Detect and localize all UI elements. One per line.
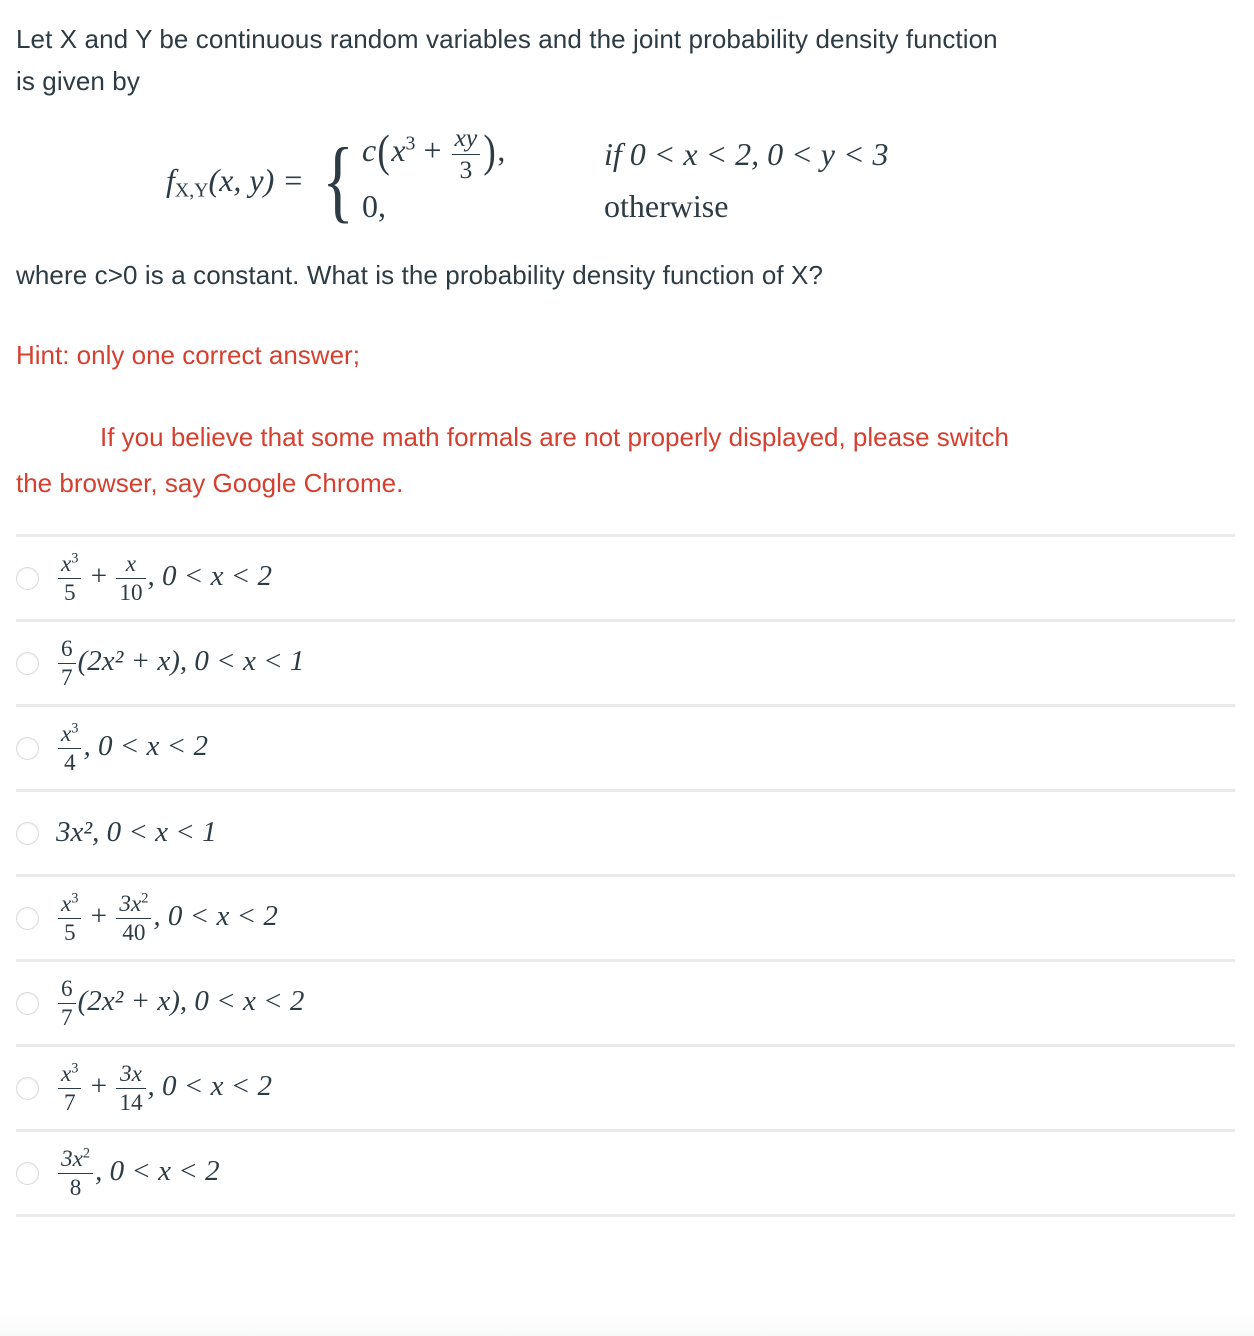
- quiz-question-page: Let X and Y be continuous random variabl…: [0, 0, 1254, 1336]
- fraction: x 10: [116, 551, 146, 605]
- answer-option-8[interactable]: 3x2 8, 0 < x < 2: [0, 1132, 1254, 1214]
- radio-button-icon[interactable]: [16, 736, 39, 760]
- equation-function-name: f: [166, 161, 175, 198]
- fraction: 67: [58, 636, 76, 690]
- fraction: x3 5: [58, 551, 82, 605]
- equation-function-args: (x, y) =: [208, 161, 304, 198]
- fraction-numerator: xy: [451, 123, 481, 155]
- equation-case-1-condition: if 0 < x < 2, 0 < y < 3: [603, 135, 889, 172]
- fraction: x3 4: [58, 721, 82, 775]
- fraction: 3x2 8: [58, 1146, 94, 1200]
- equation-cases: c(x3 + xy 3), if 0 < x < 2, 0 < y < 3 0, …: [362, 123, 889, 232]
- hint-inner-spacer: [16, 378, 1214, 414]
- equation-case-1-exponent: 3: [405, 132, 416, 155]
- radio-button-icon[interactable]: [16, 566, 39, 590]
- hint-line-1: Hint: only one correct answer;: [16, 340, 360, 370]
- equation-case-1-plus: +: [423, 131, 442, 168]
- hint-line-2-wrapper: If you believe that some math formals ar…: [16, 414, 1214, 460]
- equation-case-row-1: c(x3 + xy 3), if 0 < x < 2, 0 < y < 3: [362, 123, 889, 183]
- joint-pdf-equation: fX,Y(x, y) = { c(x3 + xy 3), if 0 < x < 2…: [16, 123, 1214, 232]
- question-stem-line-2: is given by: [16, 66, 140, 96]
- equation-left-hand-side: fX,Y(x, y) =: [166, 161, 312, 202]
- equation-function-subscript: X,Y: [174, 179, 209, 202]
- radio-button-icon[interactable]: [16, 906, 39, 930]
- page-bottom-fade: [0, 1314, 1254, 1336]
- answer-option-6[interactable]: 6 7 (2x² + x), 0 < x < 2: [0, 962, 1254, 1044]
- equation-case-row-2: 0, otherwise: [362, 180, 889, 232]
- radio-button-icon[interactable]: [16, 1076, 39, 1100]
- radio-button-icon[interactable]: [16, 991, 39, 1015]
- radio-button-icon[interactable]: [16, 821, 39, 845]
- answer-option-4-label: 3x², 0 < x < 1: [56, 816, 217, 849]
- answer-option-5[interactable]: x3 5 + 3x2 40, 0 < x < 2: [0, 877, 1254, 959]
- cases-brace-icon: {: [321, 128, 354, 231]
- equation-case-1-open-paren: (: [377, 126, 390, 177]
- equation-case-1-value: c(x3 + xy 3),: [361, 123, 604, 184]
- fraction: 67: [58, 976, 76, 1030]
- answer-option-7[interactable]: x3 7 + 3x 14, 0 < x < 2: [0, 1047, 1254, 1129]
- radio-button-icon[interactable]: [16, 651, 39, 675]
- fraction: x3 5: [58, 891, 82, 945]
- radio-button-icon[interactable]: [16, 1161, 39, 1185]
- equation-case-2-value: 0,: [361, 187, 386, 224]
- hint-spacer: [0, 296, 1254, 332]
- equation-case-1-c: c: [361, 131, 377, 168]
- hint-line-3: the browser, say Google Chrome.: [16, 468, 404, 498]
- hint-block: Hint: only one correct answer; If you be…: [0, 332, 1254, 506]
- fraction: x3 7: [58, 1061, 82, 1115]
- equation-case-1-close-paren: ): [483, 126, 497, 177]
- answer-option-8-label: 3x2 8, 0 < x < 2: [56, 1146, 220, 1200]
- equation-case-1-comma: ,: [497, 131, 506, 168]
- answer-separator: [16, 1214, 1235, 1217]
- answer-list: x3 5 + x 10, 0 < x < 2 6 7 (2x² + x), 0 < x …: [0, 534, 1254, 1217]
- answer-option-3[interactable]: x3 4, 0 < x < 2: [0, 707, 1254, 789]
- equation-case-1-x: x: [391, 131, 406, 168]
- equation-case-2-condition: otherwise: [603, 187, 729, 224]
- answer-option-4[interactable]: 3x², 0 < x < 1: [0, 792, 1254, 874]
- answer-option-7-label: x3 7 + 3x 14, 0 < x < 2: [56, 1061, 272, 1115]
- hint-line-2: If you believe that some math formals ar…: [100, 422, 1010, 452]
- answer-option-1[interactable]: x3 5 + x 10, 0 < x < 2: [0, 537, 1254, 619]
- question-stem-line-1: Let X and Y be continuous random variabl…: [16, 24, 998, 54]
- fraction: 3x 14: [116, 1061, 146, 1115]
- equation-case-1-fraction: xy 3: [451, 123, 481, 184]
- fraction: 3x2 40: [116, 891, 152, 945]
- question-stem-line-3: where c>0 is a constant. What is the pro…: [16, 260, 824, 290]
- answer-option-3-label: x3 4, 0 < x < 2: [56, 721, 208, 775]
- answer-option-2[interactable]: 6 7 (2x² + x), 0 < x < 1: [0, 622, 1254, 704]
- question-body: Let X and Y be continuous random variabl…: [0, 0, 1254, 296]
- answer-option-2-label: 6 7 (2x² + x), 0 < x < 1: [56, 636, 304, 690]
- answer-option-5-label: x3 5 + 3x2 40, 0 < x < 2: [56, 891, 278, 945]
- answer-option-6-label: 6 7 (2x² + x), 0 < x < 2: [56, 976, 304, 1030]
- answer-option-1-label: x3 5 + x 10, 0 < x < 2: [56, 551, 272, 605]
